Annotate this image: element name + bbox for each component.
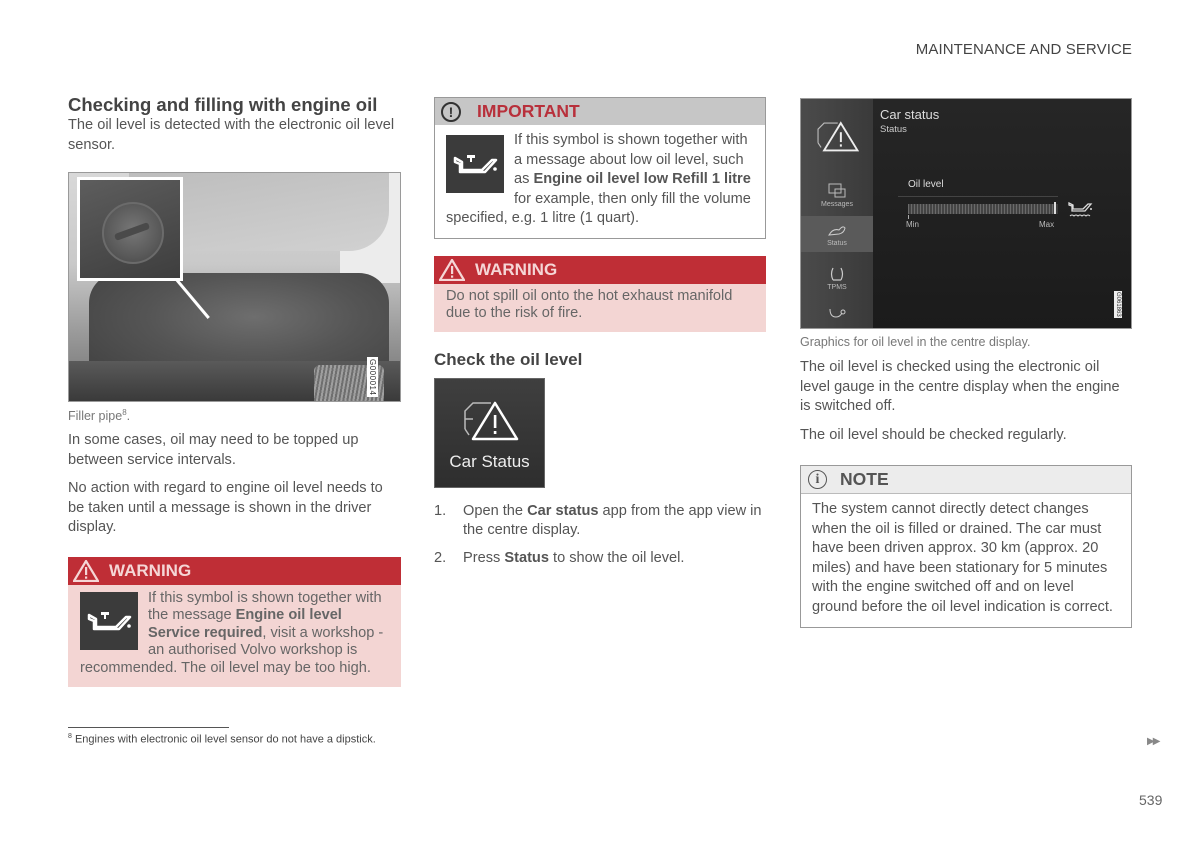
column-1: Checking and filling with engine oil The… <box>68 94 401 688</box>
sidebar-item-messages[interactable]: Messages <box>801 179 873 215</box>
car-warning-icon <box>464 401 519 440</box>
intro-text: The oil level is detected with the elect… <box>68 117 395 153</box>
oil-level-label: Oil level <box>908 179 944 190</box>
screen-sidebar: Messages Status TPMS <box>801 99 873 328</box>
caption-text: Filler pipe <box>68 409 123 424</box>
oil-can-icon <box>446 135 504 193</box>
column-3: Messages Status TPMS Car status Status O… <box>800 98 1132 628</box>
sidebar-item-status[interactable]: Status <box>801 216 873 252</box>
car-warning-icon <box>817 121 860 152</box>
service-icon <box>829 308 846 318</box>
important-header: ! IMPORTANT <box>435 98 765 125</box>
page-number: 539 <box>1139 792 1163 808</box>
important-text: for example, then only fill the volume s… <box>446 190 751 227</box>
sidebar-label: Status <box>827 240 847 247</box>
image-code: G061863 <box>1114 291 1122 318</box>
sidebar-label: TPMS <box>827 284 847 291</box>
photo-caption: Filler pipe8. <box>68 408 131 424</box>
step-item: 1. Open the Car status app from the app v… <box>434 502 766 541</box>
step-keyword: Car status <box>527 502 599 519</box>
important-box: ! IMPORTANT If this symbol is shown toge… <box>434 97 766 239</box>
footnote-text: Engines with electronic oil level sensor… <box>71 733 376 746</box>
max-label: Max <box>1039 220 1055 229</box>
paragraph: The oil level is checked using the elect… <box>800 359 1120 414</box>
sidebar-item-service[interactable] <box>801 304 873 328</box>
app-tile-label: Car Status <box>449 451 530 471</box>
image-code: G000014 <box>367 356 378 397</box>
divider <box>898 196 1058 197</box>
paragraph: The oil level should be checked regularl… <box>800 426 1067 443</box>
sidebar-item-car-status[interactable] <box>801 109 873 164</box>
step-text: Open the Car status app from the app vie… <box>463 502 766 541</box>
warning-body: Do not spill oil onto the hot exhaust ma… <box>446 287 733 322</box>
sidebar-label: Messages <box>821 201 853 208</box>
car-status-app-tile[interactable]: Car Status <box>434 377 545 488</box>
screen-subtitle: Status <box>880 124 907 135</box>
info-icon: i <box>808 470 827 489</box>
warning-triangle-icon <box>73 559 99 582</box>
centre-display-screen: Messages Status TPMS Car status Status O… <box>800 98 1132 329</box>
step-text: Press Status to show the oil level. <box>463 549 684 569</box>
oil-level-fill <box>908 204 1054 214</box>
important-message: Engine oil level low Refill 1 litre <box>533 171 751 187</box>
screen-main: Car status Status Oil level Min Max G061… <box>873 99 1131 328</box>
filler-cap-inset <box>77 177 183 281</box>
step-keyword: Status <box>504 549 549 566</box>
tpms-icon <box>830 267 844 281</box>
oil-level-indicator <box>1053 202 1056 214</box>
section-header: MAINTENANCE AND SERVICE <box>915 41 1132 58</box>
next-page-icon[interactable]: ▶▶ <box>1147 736 1160 747</box>
warning-label: WARNING <box>109 560 192 580</box>
step-item: 2. Press Status to show the oil level. <box>434 549 766 569</box>
min-label: Min <box>906 220 919 229</box>
step-number: 2. <box>434 549 447 566</box>
screen-title: Car status <box>880 107 940 122</box>
warning-header: WARNING <box>434 255 766 284</box>
note-label: NOTE <box>840 469 889 489</box>
paragraph: No action with regard to engine oil leve… <box>68 480 383 536</box>
note-box: i NOTE The system cannot directly detect… <box>800 465 1132 628</box>
footnote: 8 Engines with electronic oil level sens… <box>68 733 376 746</box>
warning-box: WARNING If this symbol is shown together… <box>68 556 401 688</box>
paragraph: In some cases, oil may need to be topped… <box>68 432 359 468</box>
warning-label: WARNING <box>475 259 558 279</box>
exclamation-icon: ! <box>441 101 461 122</box>
important-label: IMPORTANT <box>477 101 580 121</box>
step-text-part: Press <box>463 549 505 566</box>
oil-level-icon <box>1068 201 1093 217</box>
oil-can-icon <box>80 591 138 650</box>
column-2: ! IMPORTANT If this symbol is shown toge… <box>434 97 766 576</box>
oil-level-gauge <box>908 204 1058 214</box>
step-text-part: to show the oil level. <box>548 549 685 566</box>
min-tick <box>908 215 909 219</box>
warning-box: WARNING Do not spill oil onto the hot ex… <box>434 255 766 332</box>
filler-cap <box>102 202 164 264</box>
footnote-ref[interactable]: 8 <box>122 408 126 417</box>
steps-list: 1. Open the Car status app from the app v… <box>434 502 766 569</box>
screen-caption: Graphics for oil level in the centre dis… <box>800 335 1031 349</box>
footnote-divider <box>68 727 229 728</box>
note-header: i NOTE <box>801 466 1131 494</box>
warning-body: If this symbol is shown together with th… <box>68 585 401 688</box>
subheading: Check the oil level <box>434 349 583 369</box>
messages-icon <box>828 183 846 198</box>
warning-header: WARNING <box>68 556 401 585</box>
status-icon <box>828 226 846 236</box>
warning-triangle-icon <box>439 258 465 281</box>
important-body: If this symbol is shown together with a … <box>435 125 765 238</box>
step-text-part: Open the <box>463 502 528 519</box>
page-title: Checking and filling with engine oil <box>68 94 378 115</box>
note-body: The system cannot directly detect change… <box>812 501 1113 615</box>
engine-bay-photo: G000014 <box>68 172 401 402</box>
sidebar-item-tpms[interactable]: TPMS <box>801 262 873 298</box>
step-number: 1. <box>434 502 447 519</box>
